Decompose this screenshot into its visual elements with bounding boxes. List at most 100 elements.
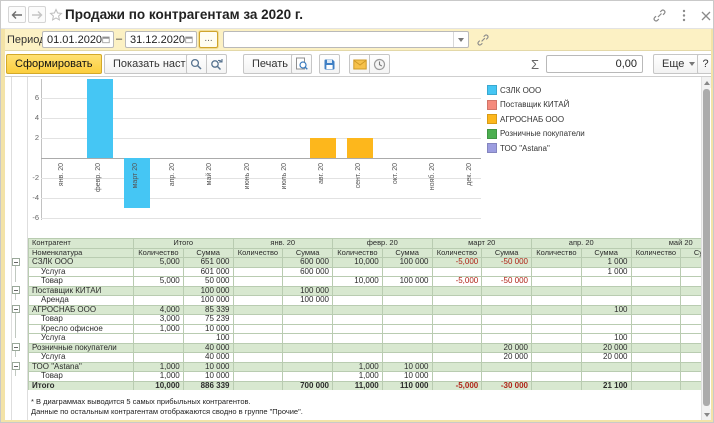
dropdown-arrow-icon[interactable] [453,32,468,47]
row-name-cell[interactable]: Товар [29,372,134,382]
value-cell[interactable] [532,343,582,353]
value-cell[interactable]: 21 100 [581,381,631,390]
value-cell[interactable] [532,315,582,325]
value-cell[interactable] [432,362,482,372]
value-cell[interactable]: 1,000 [333,362,383,372]
value-cell[interactable] [382,334,432,344]
value-cell[interactable]: 20 000 [482,353,532,363]
value-cell[interactable]: 1,000 [333,372,383,382]
row-name-cell[interactable]: Кресло офисное [29,324,134,334]
value-cell[interactable] [333,286,383,296]
value-cell[interactable] [532,277,582,287]
value-cell[interactable] [283,362,333,372]
value-cell[interactable] [532,286,582,296]
value-cell[interactable] [581,296,631,306]
value-cell[interactable] [233,372,283,382]
value-cell[interactable] [532,353,582,363]
value-cell[interactable] [382,286,432,296]
value-cell[interactable]: 10,000 [134,381,184,390]
value-cell[interactable] [482,315,532,325]
value-cell[interactable]: 10,000 [333,258,383,268]
value-cell[interactable] [134,334,184,344]
value-cell[interactable] [681,315,702,325]
value-cell[interactable] [631,381,681,390]
collapse-group-button[interactable] [12,286,20,294]
print-preview-button[interactable] [291,54,312,74]
value-cell[interactable] [432,286,482,296]
value-cell[interactable] [283,324,333,334]
value-cell[interactable] [532,267,582,277]
value-cell[interactable] [233,277,283,287]
schedule-button[interactable] [369,54,390,74]
header-sub[interactable]: Количество [432,248,482,258]
value-cell[interactable]: 110 000 [382,381,432,390]
value-cell[interactable]: 75 239 [183,315,233,325]
scroll-up-icon[interactable] [702,77,711,88]
value-cell[interactable] [532,296,582,306]
value-cell[interactable]: 1 000 [581,267,631,277]
value-cell[interactable] [482,267,532,277]
value-cell[interactable] [233,267,283,277]
period-to-field[interactable]: 31.12.2020 [125,31,197,48]
value-cell[interactable] [581,277,631,287]
value-cell[interactable] [631,286,681,296]
collapse-group-button[interactable] [12,258,20,266]
value-cell[interactable] [681,343,702,353]
value-cell[interactable] [631,372,681,382]
value-cell[interactable] [681,372,702,382]
value-cell[interactable] [382,267,432,277]
generate-button[interactable]: Сформировать [6,54,102,74]
value-cell[interactable] [283,277,333,287]
save-button[interactable] [319,54,340,74]
header-sub[interactable]: Количество [233,248,283,258]
row-name-cell[interactable]: СЗЛК ООО [29,258,134,268]
row-name-cell[interactable]: Услуга [29,267,134,277]
value-cell[interactable] [134,286,184,296]
value-cell[interactable] [382,296,432,306]
header-sub[interactable]: Количество [631,248,681,258]
value-cell[interactable] [532,334,582,344]
search-button[interactable] [186,54,207,74]
header-sub[interactable]: Сумма [581,248,631,258]
header-sub[interactable]: Сумма [482,248,532,258]
value-cell[interactable] [581,362,631,372]
value-cell[interactable]: 85 339 [183,305,233,315]
calendar-icon[interactable] [185,34,193,45]
value-cell[interactable]: -50 000 [482,258,532,268]
value-cell[interactable] [532,362,582,372]
value-cell[interactable]: 20 000 [581,353,631,363]
value-cell[interactable] [532,381,582,390]
value-cell[interactable] [482,334,532,344]
value-cell[interactable] [681,296,702,306]
value-cell[interactable] [333,315,383,325]
header-month-group[interactable]: янв. 20 [233,239,333,249]
row-name-cell[interactable]: Итого [29,381,134,390]
more-actions-icon[interactable] [676,8,692,23]
value-cell[interactable] [432,372,482,382]
row-name-cell[interactable]: Розничные покупатели [29,343,134,353]
search-next-button[interactable] [206,54,227,74]
value-cell[interactable] [631,267,681,277]
scrollbar-thumb[interactable] [703,89,710,406]
value-cell[interactable] [333,353,383,363]
value-cell[interactable] [482,362,532,372]
value-cell[interactable] [382,315,432,325]
period-from-field[interactable]: 01.01.2020 [42,31,114,48]
value-cell[interactable] [233,258,283,268]
row-name-cell[interactable]: Товар [29,277,134,287]
value-cell[interactable] [233,381,283,390]
value-cell[interactable] [532,305,582,315]
value-cell[interactable] [283,343,333,353]
back-button[interactable] [8,6,26,23]
mail-button[interactable] [349,54,370,74]
header-sub[interactable]: Сумма [382,248,432,258]
value-cell[interactable] [432,267,482,277]
value-cell[interactable] [333,343,383,353]
value-cell[interactable] [432,353,482,363]
value-cell[interactable]: 651 000 [183,258,233,268]
get-link-icon[interactable] [651,8,667,23]
value-cell[interactable] [581,372,631,382]
value-cell[interactable]: 1,000 [134,324,184,334]
value-cell[interactable] [631,343,681,353]
value-cell[interactable]: 20 000 [581,343,631,353]
